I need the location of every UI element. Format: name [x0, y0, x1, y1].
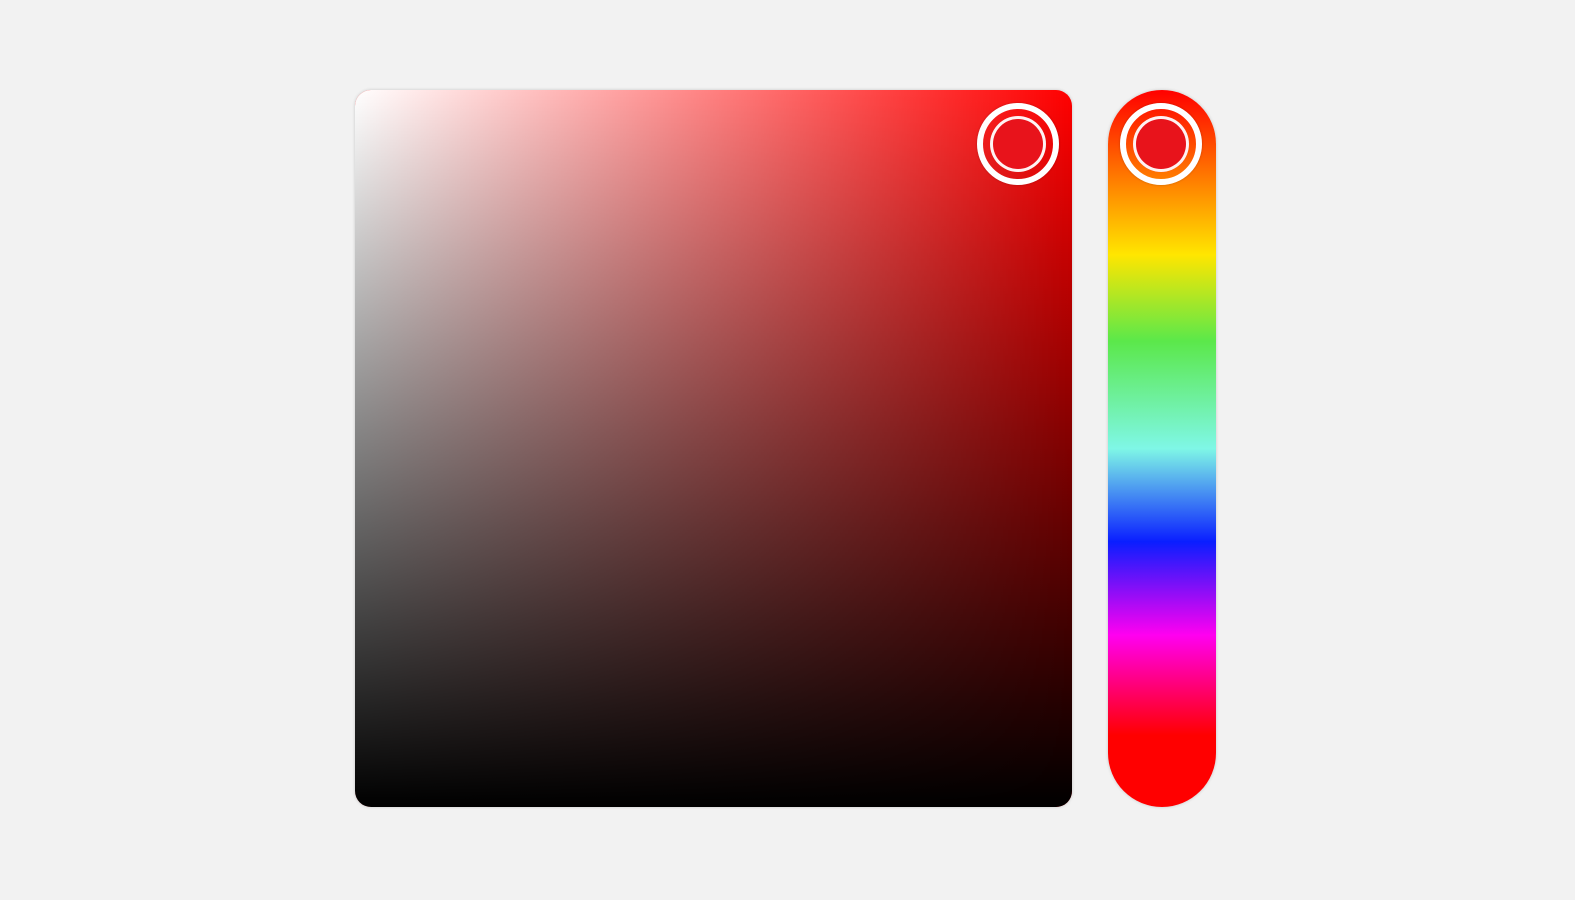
sv-black-gradient — [355, 90, 1072, 807]
sv-handle-color-swatch — [990, 116, 1046, 172]
hue-slider[interactable] — [1108, 90, 1216, 807]
saturation-brightness-area[interactable] — [355, 90, 1072, 807]
sv-handle[interactable] — [977, 103, 1059, 185]
color-picker — [0, 0, 1575, 900]
hue-handle[interactable] — [1120, 103, 1202, 185]
hue-handle-color-swatch — [1133, 116, 1189, 172]
